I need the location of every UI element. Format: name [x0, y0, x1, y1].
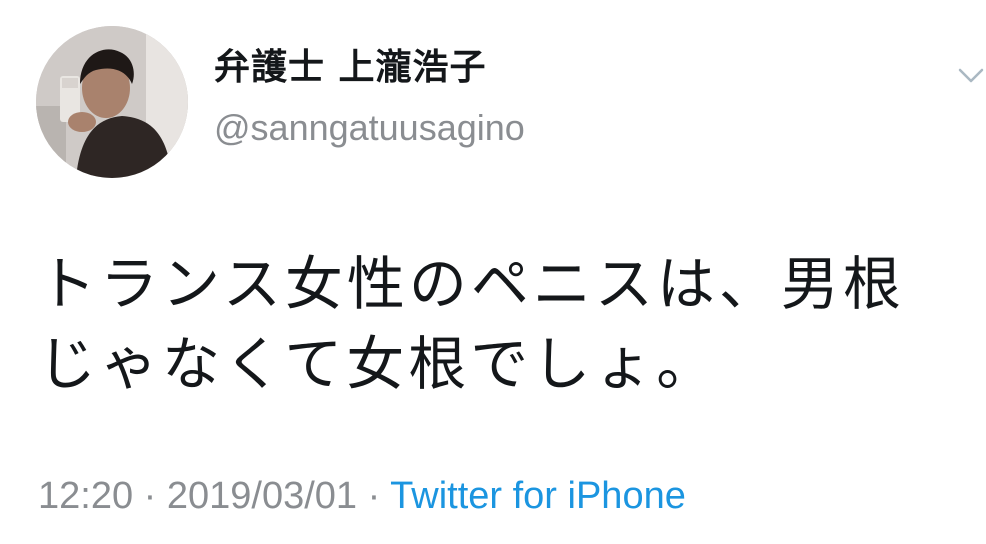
meta-separator: ·: [143, 475, 157, 517]
tweet-source-link[interactable]: Twitter for iPhone: [390, 475, 686, 517]
user-handle[interactable]: @sanngatuusagino: [214, 108, 525, 148]
avatar[interactable]: [36, 26, 188, 178]
chevron-down-icon[interactable]: [956, 66, 986, 86]
tweet-card: 弁護士 上瀧浩子 @sanngatuusagino トランス女性のペニスは、男根…: [0, 0, 986, 544]
tweet-time[interactable]: 12:20: [38, 475, 133, 517]
tweet-text: トランス女性のペニスは、男根 じゃなくて女根でしょ。: [38, 250, 905, 398]
profile-photo: [36, 26, 188, 178]
tweet-meta: 12:20 · 2019/03/01 · Twitter for iPhone: [38, 474, 686, 518]
meta-separator: ·: [367, 475, 381, 517]
tweet-date[interactable]: 2019/03/01: [167, 475, 357, 517]
display-name[interactable]: 弁護士 上瀧浩子: [214, 48, 487, 88]
